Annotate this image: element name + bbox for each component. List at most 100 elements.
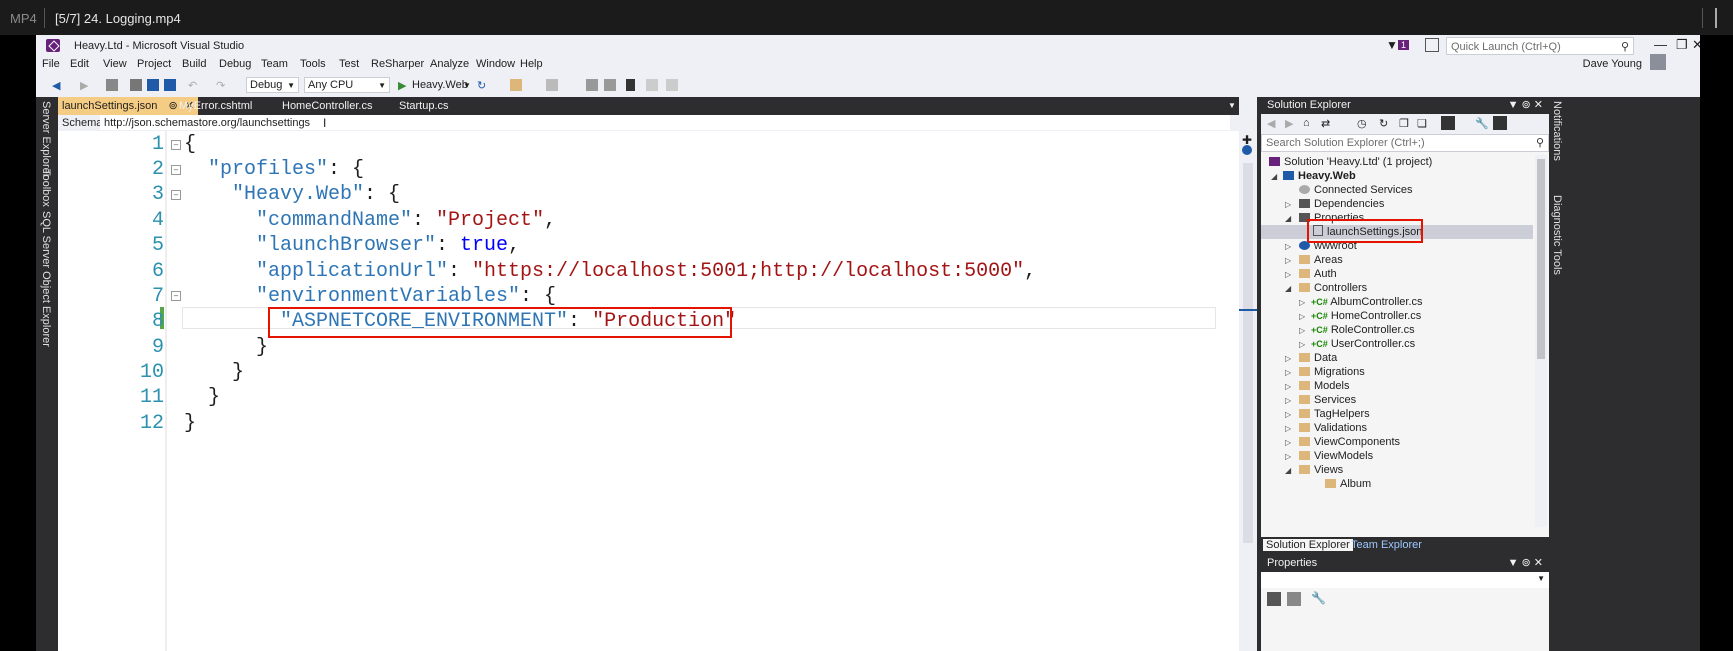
expand-icon[interactable]: ▷ (1285, 354, 1291, 363)
outdent-icon[interactable] (604, 79, 616, 91)
tree-item[interactable]: Services (1299, 393, 1356, 407)
home-icon[interactable]: ⌂ (1303, 117, 1310, 129)
fold-toggle-icon[interactable]: – (171, 140, 181, 150)
tree-item[interactable]: Auth (1299, 267, 1337, 281)
tab-solution-explorer[interactable]: Solution Explorer (1263, 539, 1353, 551)
preview-icon[interactable] (1242, 145, 1252, 155)
tree-item[interactable]: TagHelpers (1299, 407, 1370, 421)
tab-sql-server-object-explorer[interactable]: SQL Server Object Explorer (40, 211, 52, 347)
bookmark-icon[interactable] (626, 79, 635, 91)
filter-icon[interactable]: ▼ (1386, 38, 1398, 52)
redo-icon[interactable]: ↷ (216, 79, 225, 92)
menu-resharper[interactable]: ReSharper (371, 58, 424, 70)
expand-icon[interactable]: ▷ (1285, 256, 1291, 265)
expand-icon[interactable]: ▷ (1285, 382, 1291, 391)
properties-object-select[interactable]: ▼ (1261, 572, 1549, 588)
menu-build[interactable]: Build (182, 58, 206, 70)
expand-icon[interactable]: ▷ (1285, 452, 1291, 461)
menu-analyze[interactable]: Analyze (430, 58, 469, 70)
avatar[interactable] (1650, 54, 1666, 70)
save-icon[interactable] (147, 79, 159, 91)
indent-icon[interactable] (586, 79, 598, 91)
tree-item[interactable]: ViewModels (1299, 449, 1373, 463)
forward-icon[interactable]: ▶ (80, 79, 88, 92)
player-menu-icon[interactable] (1715, 8, 1717, 28)
expand-icon[interactable]: ▷ (1299, 298, 1305, 307)
menu-view[interactable]: View (103, 58, 127, 70)
tree-item[interactable]: Validations (1299, 421, 1367, 435)
tab-startup[interactable]: Startup.cs (399, 97, 449, 115)
collapse-all-icon[interactable]: ❐ (1399, 117, 1409, 130)
configuration-select[interactable]: Debug ▼ (246, 77, 299, 93)
expand-icon[interactable]: ▷ (1285, 368, 1291, 377)
pane-controls[interactable]: ▼ ⊚ ✕ (1508, 97, 1543, 114)
back-icon[interactable]: ◀ (1267, 117, 1275, 130)
expand-icon[interactable]: ▷ (1299, 326, 1305, 335)
menu-edit[interactable]: Edit (70, 58, 89, 70)
tree-item[interactable]: Areas (1299, 253, 1343, 267)
tree-item[interactable]: Data (1299, 351, 1337, 365)
expand-icon[interactable]: ▷ (1285, 438, 1291, 447)
expand-icon[interactable]: ◢ (1285, 284, 1291, 293)
history-icon[interactable]: ◷ (1357, 117, 1367, 130)
tree-item[interactable]: Connected Services (1299, 183, 1412, 197)
solution-explorer-search[interactable]: Search Solution Explorer (Ctrl+;) ⚲ (1261, 134, 1549, 152)
tab-launchsettings[interactable]: launchSettings.json ⊚ ✕ (58, 97, 198, 115)
show-all-files-icon[interactable]: ❏ (1417, 117, 1427, 130)
fold-toggle-icon[interactable]: – (171, 291, 181, 301)
expand-icon[interactable]: ▷ (1285, 270, 1291, 279)
tree-item[interactable]: Views (1299, 463, 1343, 477)
tab-team-explorer[interactable]: Team Explorer (1351, 539, 1422, 551)
preview-selected-icon[interactable] (1493, 116, 1507, 130)
view-toggle-icon[interactable] (1441, 116, 1455, 130)
open-icon[interactable] (130, 79, 142, 91)
menu-debug[interactable]: Debug (219, 58, 251, 70)
menu-project[interactable]: Project (137, 58, 171, 70)
expand-icon[interactable]: ◢ (1285, 214, 1291, 223)
menu-team[interactable]: Team (261, 58, 288, 70)
back-icon[interactable]: ◀ (52, 79, 60, 92)
schema-input[interactable]: http://json.schemastore.org/launchsettin… (100, 115, 1230, 130)
quick-launch-input[interactable]: Quick Launch (Ctrl+Q) ⚲ (1446, 37, 1634, 55)
tree-item[interactable]: Models (1299, 379, 1349, 393)
menu-window[interactable]: Window (476, 58, 515, 70)
close-button[interactable]: ✕ (1692, 37, 1700, 53)
scroll-thumb[interactable] (1243, 163, 1253, 543)
tab-homecontroller[interactable]: HomeController.cs (282, 97, 372, 115)
menu-file[interactable]: File (42, 58, 60, 70)
expand-icon[interactable]: ▷ (1285, 410, 1291, 419)
pane-controls[interactable]: ▼ ⊚ ✕ (1508, 555, 1543, 572)
tree-item[interactable]: +C# RoleController.cs (1311, 323, 1415, 337)
refresh-icon[interactable]: ↻ (477, 79, 486, 92)
save-all-icon[interactable] (164, 79, 176, 91)
run-target[interactable]: Heavy.Web (412, 79, 468, 91)
notification-badge[interactable]: 1 (1398, 40, 1410, 50)
wrench-icon[interactable]: 🔧 (1311, 591, 1326, 605)
expand-icon[interactable]: ▷ (1299, 312, 1305, 321)
refresh-icon[interactable]: ↻ (1379, 117, 1388, 130)
tree-item[interactable]: +C# UserController.cs (1311, 337, 1415, 351)
alphabetical-icon[interactable] (1287, 592, 1301, 606)
tree-item[interactable]: +C# AlbumController.cs (1311, 295, 1423, 309)
expand-icon[interactable]: ▷ (1285, 424, 1291, 433)
tree-scrollbar[interactable] (1535, 155, 1547, 527)
chevron-down-icon[interactable]: ▼ (1228, 97, 1236, 115)
new-project-icon[interactable] (106, 79, 118, 91)
vertical-scrollbar[interactable]: ✚ (1239, 131, 1257, 651)
expand-icon[interactable]: ▷ (1285, 396, 1291, 405)
feedback-icon[interactable] (1425, 38, 1439, 52)
tree-item[interactable]: Heavy.Web (1283, 169, 1356, 183)
fold-toggle-icon[interactable]: – (171, 190, 181, 200)
tree-item[interactable]: +C# HomeController.cs (1311, 309, 1421, 323)
bookmark-next-icon[interactable] (666, 79, 678, 91)
tree-item[interactable]: ViewComponents (1299, 435, 1400, 449)
tree-item[interactable]: Album (1325, 477, 1371, 491)
tab-notifications[interactable]: Notifications (1551, 101, 1563, 161)
user-name[interactable]: Dave Young (1583, 58, 1642, 70)
expand-icon[interactable]: ▷ (1299, 340, 1305, 349)
forward-icon[interactable]: ▶ (1285, 117, 1293, 130)
tree-item[interactable]: Migrations (1299, 365, 1365, 379)
scroll-thumb[interactable] (1537, 159, 1545, 359)
start-icon[interactable]: ▶ (398, 79, 406, 92)
pin-icon[interactable]: ⊚ (168, 100, 177, 112)
